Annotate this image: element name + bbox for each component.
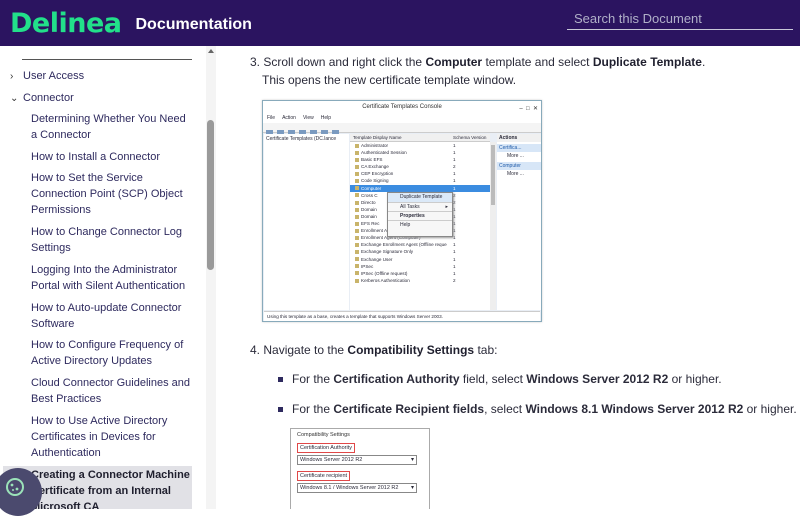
sidebar-scroll-thumb[interactable] xyxy=(207,120,214,270)
window-menu: File Action View Help xyxy=(263,114,541,123)
template-row: Basic EFS 1 xyxy=(350,156,490,163)
step-4: 4. Navigate to the Compatibility Setting… xyxy=(250,343,498,357)
sidebar-item-silent-auth[interactable]: Logging Into the Administrator Portal wi… xyxy=(31,262,191,294)
window-toolbar xyxy=(263,123,541,136)
template-row: Authenticated Session 1 xyxy=(350,149,490,156)
template-row: Exchange Signature Only 1 xyxy=(350,248,490,255)
search-input[interactable] xyxy=(567,8,793,30)
top-header: Delinea Documentation xyxy=(0,0,800,46)
sidebar-divider xyxy=(22,59,192,60)
certificate-templates-console-screenshot: Certificate Templates Console – □ ✕ File A… xyxy=(262,100,542,322)
step-3: 3. Scroll down and right click the Compu… xyxy=(250,55,706,69)
template-row: Exchange User 1 xyxy=(350,256,490,263)
tree-pane: Certificate Templates (DC.lance xyxy=(264,134,349,310)
sidebar-item-ad-certificates[interactable]: How to Use Active Directory Certificates… xyxy=(31,413,191,461)
sidebar-item-determining-connector[interactable]: Determining Whether You Need a Connector xyxy=(31,111,191,143)
template-row: Administrator 1 xyxy=(350,142,490,149)
sidebar-nav: › User Access ⌄ Connector Determining Whet… xyxy=(0,46,205,509)
bullet-certification-authority: For the Certification Authority field, s… xyxy=(278,372,722,386)
context-menu: Duplicate Template All Tasks ▸ Properties… xyxy=(387,192,453,237)
step-3-note: This opens the new certificate template … xyxy=(262,73,517,87)
main-content: 3. Scroll down and right click the Compu… xyxy=(216,46,800,509)
template-row: Kerberos Authentication 2 xyxy=(350,277,490,284)
template-row: CEP Encryption 1 xyxy=(350,170,490,177)
sidebar-item-user-access[interactable]: › User Access xyxy=(10,68,84,85)
sidebar-scrollbar[interactable] xyxy=(206,46,216,509)
sidebar-item-connector-log[interactable]: How to Change Connector Log Settings xyxy=(31,224,191,256)
template-row: IPSec 1 xyxy=(350,263,490,270)
sidebar-item-auto-update[interactable]: How to Auto-update Connector Software xyxy=(31,300,191,332)
status-bar: Using this template as a base, creates a… xyxy=(264,311,540,321)
chevron-down-icon[interactable]: ⌄ xyxy=(10,91,23,107)
sidebar-item-connector[interactable]: ⌄ Connector xyxy=(10,90,74,107)
cookie-icon xyxy=(6,478,24,496)
template-row: IPSec (Offline request) 1 xyxy=(350,270,490,277)
actions-pane: Actions Certifica... More ... Computer M… xyxy=(497,134,541,310)
template-row: CA Exchange 2 xyxy=(350,163,490,170)
documentation-title[interactable]: Documentation xyxy=(136,16,252,34)
sidebar-item-guidelines[interactable]: Cloud Connector Guidelines and Best Prac… xyxy=(31,375,191,407)
delinea-logo[interactable]: Delinea xyxy=(10,8,122,39)
template-row: Computer 1 xyxy=(350,184,490,192)
list-scrollbar xyxy=(490,142,496,310)
chevron-right-icon[interactable]: › xyxy=(10,69,23,85)
template-row: Code Signing 1 xyxy=(350,177,490,184)
window-title: Certificate Templates Console – □ ✕ xyxy=(263,101,541,114)
sidebar-item-scp-permissions[interactable]: How to Set the Service Connection Point … xyxy=(31,170,191,218)
sidebar-item-install-connector[interactable]: How to Install a Connector xyxy=(31,149,191,165)
compatibility-settings-screenshot: Compatibility Settings Certification Aut… xyxy=(290,428,430,509)
scroll-up-arrow-icon[interactable] xyxy=(208,49,214,53)
sidebar-item-ad-updates[interactable]: How to Configure Frequency of Active Dir… xyxy=(31,337,191,369)
template-row: Exchange Enrollment Agent (Offline reque… xyxy=(350,241,490,248)
bullet-certificate-recipient: For the Certificate Recipient fields, se… xyxy=(278,402,797,416)
